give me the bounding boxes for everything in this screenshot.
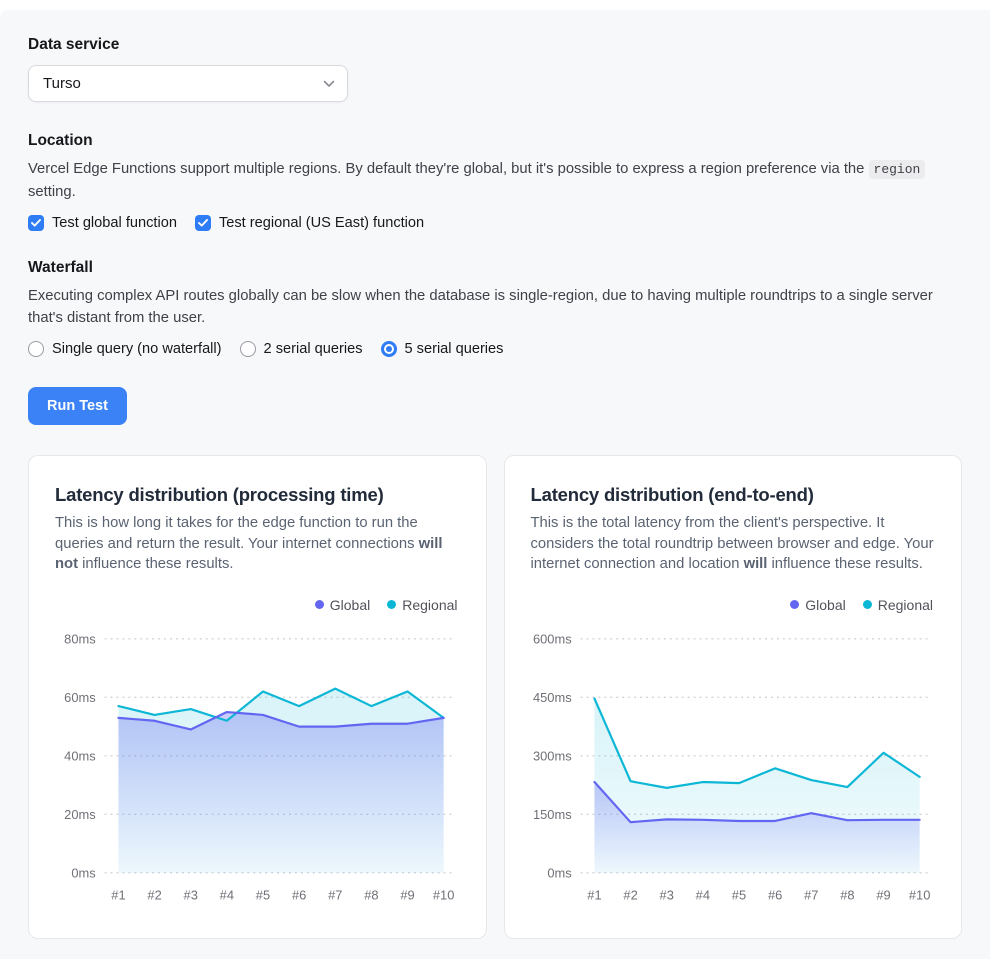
svg-text:#10: #10 xyxy=(433,887,454,902)
legend-dot-icon xyxy=(863,600,872,609)
radio-single-query[interactable]: Single query (no waterfall) xyxy=(28,341,222,357)
svg-text:#4: #4 xyxy=(220,887,234,902)
location-description: Vercel Edge Functions support multiple r… xyxy=(28,158,962,203)
svg-text:#1: #1 xyxy=(587,887,601,902)
data-service-select[interactable]: Turso xyxy=(28,65,348,102)
svg-text:#7: #7 xyxy=(804,887,818,902)
checkbox-test-regional-function[interactable]: Test regional (US East) function xyxy=(195,215,424,231)
svg-text:#9: #9 xyxy=(876,887,890,902)
svg-text:300ms: 300ms xyxy=(532,748,571,763)
checkbox-label: Test global function xyxy=(52,215,177,231)
svg-text:#2: #2 xyxy=(623,887,637,902)
svg-text:150ms: 150ms xyxy=(532,806,571,821)
svg-text:#7: #7 xyxy=(328,887,342,902)
chart-legend: Global Regional xyxy=(55,597,458,613)
checkbox-checked-icon xyxy=(28,215,44,231)
legend-dot-icon xyxy=(790,600,799,609)
card-title: Latency distribution (processing time) xyxy=(55,484,460,506)
svg-text:600ms: 600ms xyxy=(532,631,571,646)
svg-text:#9: #9 xyxy=(400,887,414,902)
checkbox-test-global-function[interactable]: Test global function xyxy=(28,215,177,231)
radio-unselected-icon xyxy=(240,341,256,357)
radio-label: Single query (no waterfall) xyxy=(52,341,222,357)
checkbox-checked-icon xyxy=(195,215,211,231)
svg-text:#10: #10 xyxy=(908,887,929,902)
svg-text:80ms: 80ms xyxy=(64,631,95,646)
svg-text:#1: #1 xyxy=(111,887,125,902)
chart-legend: Global Regional xyxy=(531,597,934,613)
data-service-selected-value: Turso xyxy=(43,75,81,92)
end-to-end-area-chart: 0ms 150ms 300ms 450ms 600ms #1 #2 #3 #4 #5 #6 #7 #8 #… xyxy=(531,623,936,922)
svg-text:#6: #6 xyxy=(767,887,781,902)
svg-text:#2: #2 xyxy=(147,887,161,902)
radio-selected-icon xyxy=(381,341,397,357)
location-heading: Location xyxy=(28,132,962,150)
card-description: This is how long it takes for the edge f… xyxy=(55,513,460,575)
svg-text:20ms: 20ms xyxy=(64,806,95,821)
legend-item-regional: Regional xyxy=(387,597,457,613)
card-description: This is the total latency from the clien… xyxy=(531,513,936,575)
radio-label: 2 serial queries xyxy=(264,341,363,357)
processing-time-card: Latency distribution (processing time) T… xyxy=(28,455,487,939)
legend-item-global: Global xyxy=(315,597,370,613)
svg-text:0ms: 0ms xyxy=(547,865,571,880)
radio-unselected-icon xyxy=(28,341,44,357)
data-service-heading: Data service xyxy=(28,36,962,54)
svg-text:#6: #6 xyxy=(292,887,306,902)
end-to-end-card: Latency distribution (end-to-end) This i… xyxy=(504,455,963,939)
main-panel: Data service Turso Location Vercel Edge … xyxy=(0,10,990,959)
waterfall-radio-row: Single query (no waterfall) 2 serial que… xyxy=(28,341,962,357)
svg-text:#5: #5 xyxy=(731,887,745,902)
legend-dot-icon xyxy=(315,600,324,609)
region-code-chip: region xyxy=(869,160,926,179)
run-test-button[interactable]: Run Test xyxy=(28,387,127,425)
legend-item-global: Global xyxy=(790,597,845,613)
legend-item-regional: Regional xyxy=(863,597,933,613)
processing-time-area-chart: 0ms 20ms 40ms 60ms 80ms #1 #2 #3 #4 #5 #6 #7 #8 #9 #10 xyxy=(55,623,460,922)
svg-text:#3: #3 xyxy=(659,887,673,902)
radio-2-serial-queries[interactable]: 2 serial queries xyxy=(240,341,363,357)
svg-text:#8: #8 xyxy=(840,887,854,902)
waterfall-heading: Waterfall xyxy=(28,259,962,277)
card-title: Latency distribution (end-to-end) xyxy=(531,484,936,506)
chevron-down-icon xyxy=(323,80,335,88)
svg-text:60ms: 60ms xyxy=(64,689,95,704)
radio-label: 5 serial queries xyxy=(405,341,504,357)
svg-text:#5: #5 xyxy=(256,887,270,902)
location-checkbox-row: Test global function Test regional (US E… xyxy=(28,215,962,231)
svg-text:#3: #3 xyxy=(184,887,198,902)
svg-text:40ms: 40ms xyxy=(64,748,95,763)
chart-cards: Latency distribution (processing time) T… xyxy=(28,455,962,939)
svg-text:0ms: 0ms xyxy=(71,865,95,880)
checkbox-label: Test regional (US East) function xyxy=(219,215,424,231)
waterfall-description: Executing complex API routes globally ca… xyxy=(28,285,962,329)
legend-dot-icon xyxy=(387,600,396,609)
svg-text:#4: #4 xyxy=(695,887,709,902)
radio-5-serial-queries[interactable]: 5 serial queries xyxy=(381,341,504,357)
svg-text:450ms: 450ms xyxy=(532,689,571,704)
svg-text:#8: #8 xyxy=(364,887,378,902)
